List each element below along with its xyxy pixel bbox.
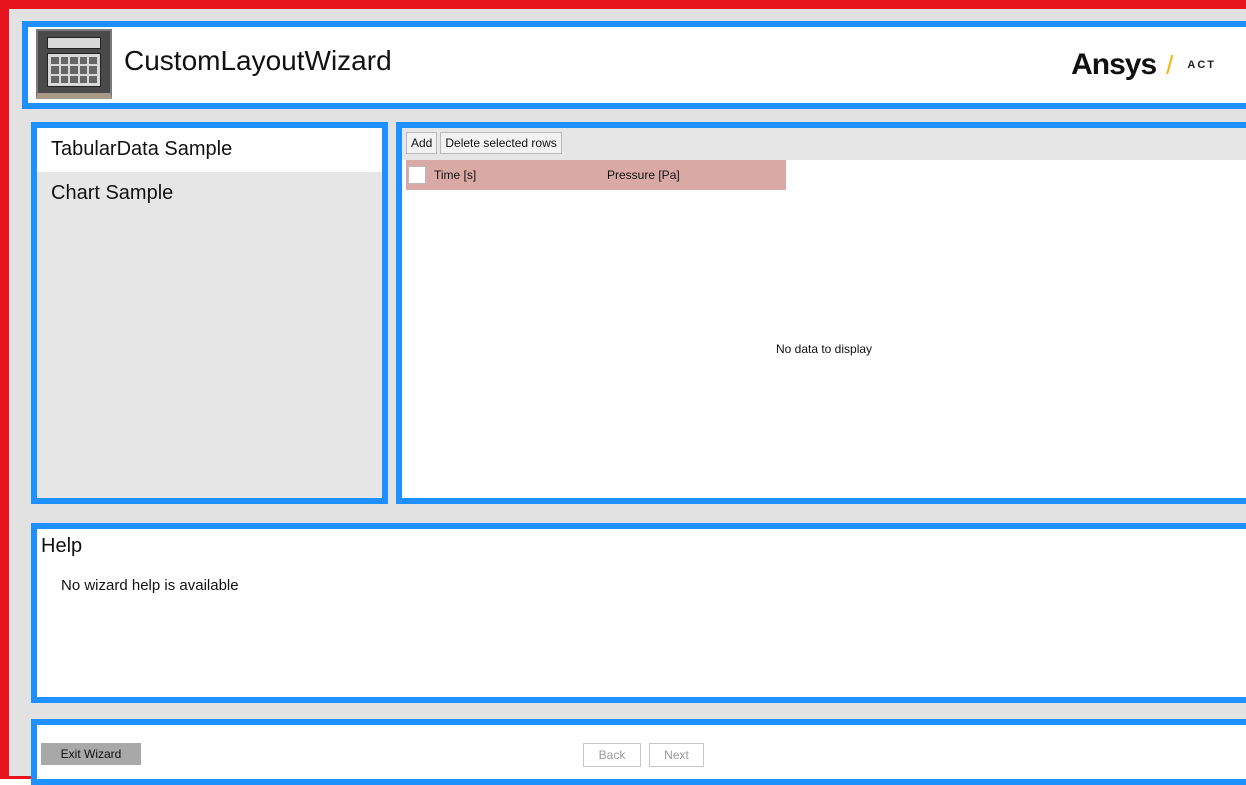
help-text: No wizard help is available bbox=[61, 577, 239, 594]
footer-panel: Exit Wizard Back Next bbox=[31, 719, 1246, 785]
help-title: Help bbox=[41, 535, 83, 557]
column-header-pressure[interactable]: Pressure [Pa] bbox=[607, 168, 680, 182]
select-all-checkbox[interactable] bbox=[408, 166, 426, 184]
empty-table-message: No data to display bbox=[775, 342, 873, 356]
tabular-data-panel: Add Delete selected rows Time [s] Pressu… bbox=[396, 122, 1246, 504]
step-navigation: TabularData Sample Chart Sample bbox=[31, 122, 388, 504]
column-header-time[interactable]: Time [s] bbox=[434, 168, 607, 182]
nav-item-chart-sample[interactable]: Chart Sample bbox=[37, 172, 382, 216]
back-button[interactable]: Back bbox=[583, 743, 641, 767]
brand-suffix: ACT bbox=[1187, 59, 1216, 71]
calculator-icon bbox=[36, 29, 112, 99]
help-panel: Help No wizard help is available bbox=[31, 523, 1246, 703]
add-button[interactable]: Add bbox=[406, 132, 438, 154]
next-button[interactable]: Next bbox=[649, 743, 704, 767]
brand-separator: / bbox=[1166, 49, 1174, 80]
table-header: Time [s] Pressure [Pa] bbox=[406, 160, 786, 190]
brand-logo: Ansys / ACT bbox=[1071, 45, 1216, 85]
exit-wizard-button[interactable]: Exit Wizard bbox=[41, 743, 141, 765]
header-panel: CustomLayoutWizard Ansys / ACT bbox=[22, 21, 1246, 109]
table-toolbar: Add Delete selected rows bbox=[402, 128, 1246, 160]
delete-selected-rows-button[interactable]: Delete selected rows bbox=[440, 132, 562, 154]
window-frame: CustomLayoutWizard Ansys / ACT TabularDa… bbox=[0, 0, 1246, 785]
page-title: CustomLayoutWizard bbox=[124, 45, 392, 76]
nav-item-tabulardata-sample[interactable]: TabularData Sample bbox=[37, 128, 382, 172]
brand-name: Ansys bbox=[1071, 48, 1157, 81]
